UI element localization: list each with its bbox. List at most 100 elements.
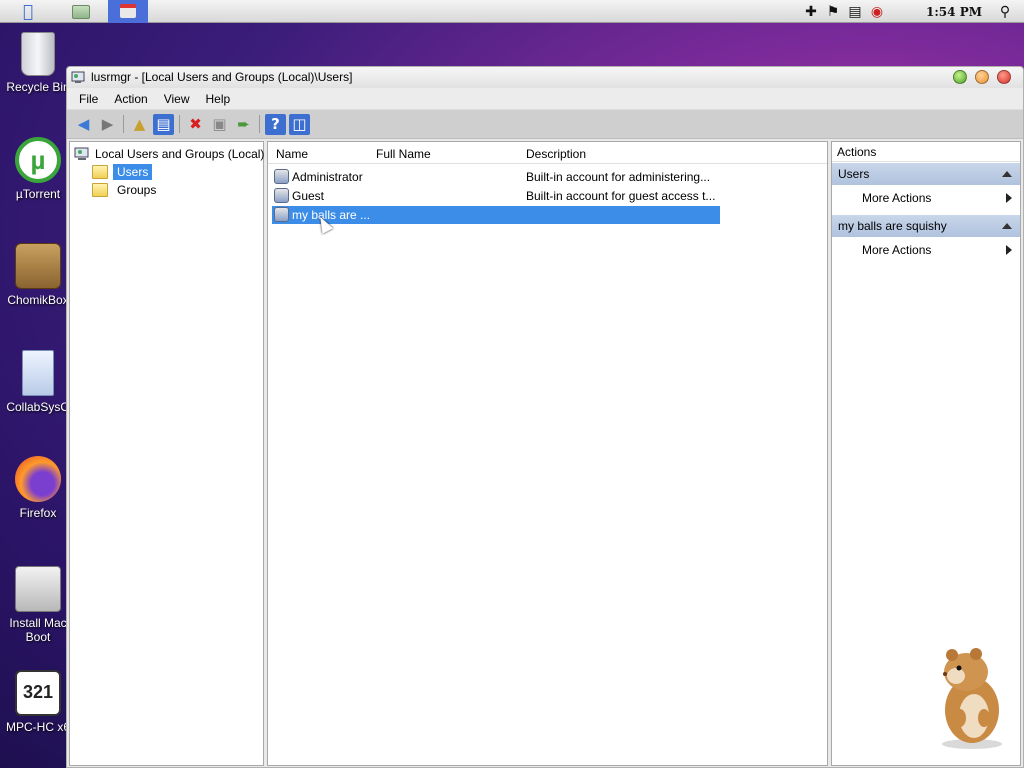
network-icon[interactable]: ▤ xyxy=(844,3,866,21)
apple-menu-icon[interactable]:  xyxy=(18,2,38,22)
menu-bar: File Action View Help xyxy=(67,88,1023,109)
user-icon xyxy=(274,188,289,203)
action-more-actions[interactable]: More Actions xyxy=(832,237,1020,261)
desktop-icon-label-line2: Boot xyxy=(25,630,51,644)
action-group-title: Users xyxy=(838,167,870,181)
system-tray: ✚ ⚑ ▤ ◉ 1:54 PM ⚲ xyxy=(800,0,1024,23)
action-group-users[interactable]: Users xyxy=(832,163,1020,185)
media-player-icon: 321 xyxy=(15,670,61,716)
desktop-icon-utorrent[interactable]: µ µTorrent xyxy=(0,137,76,201)
desktop-icon-label: Recycle Bin xyxy=(6,80,70,94)
maximize-button[interactable] xyxy=(975,70,989,84)
clock[interactable]: 1:54 PM xyxy=(926,5,982,19)
table-row[interactable]: Guest Built-in account for guest access … xyxy=(272,187,720,205)
cell-description: Built-in account for guest access t... xyxy=(526,189,716,203)
window-titlebar[interactable]: lusrmgr - [Local Users and Groups (Local… xyxy=(67,67,1023,88)
action-label: More Actions xyxy=(862,191,932,205)
menu-view[interactable]: View xyxy=(158,92,196,106)
tree-item-groups[interactable]: Groups xyxy=(92,181,160,198)
add-icon[interactable]: ✚ xyxy=(800,3,822,21)
desktop-icon-label: MPC-HC x6 xyxy=(5,720,70,734)
column-header-description[interactable]: Description xyxy=(526,147,586,161)
user-icon xyxy=(274,207,289,222)
cell-name: Guest xyxy=(292,189,325,203)
menu-action[interactable]: Action xyxy=(108,92,153,106)
lusrmgr-window: lusrmgr - [Local Users and Groups (Local… xyxy=(66,66,1024,768)
desktop-icon-label: µTorrent xyxy=(15,187,61,201)
minimize-button[interactable] xyxy=(953,70,967,84)
taskbar-lusrmgr-button[interactable] xyxy=(108,0,148,23)
desktop-icon-collabsys[interactable]: CollabSysO xyxy=(0,350,76,414)
cell-name: Administrator xyxy=(292,170,363,184)
tree-root-label: Local Users and Groups (Local) xyxy=(95,146,265,161)
toolbar-separator xyxy=(179,115,180,133)
desktop-icon-install-mac-boot[interactable]: Install Mac Boot xyxy=(0,566,76,644)
folder-icon xyxy=(92,164,108,179)
help-icon[interactable]: ? xyxy=(265,113,286,135)
flag-icon[interactable]: ⚑ xyxy=(822,3,844,21)
chomikbox-icon xyxy=(15,243,61,289)
action-group-title: my balls are squishy xyxy=(838,219,947,233)
installer-icon xyxy=(15,566,61,612)
console-tree: Local Users and Groups (Local) Users Gro… xyxy=(69,141,264,766)
tree-root[interactable]: Local Users and Groups (Local) xyxy=(74,145,264,162)
tree-item-label: Groups xyxy=(117,182,157,197)
search-icon[interactable]: ⚲ xyxy=(994,3,1016,21)
folder-icon xyxy=(92,182,108,197)
export-list-icon[interactable]: ➨ xyxy=(233,114,254,135)
cell-name: my balls are ... xyxy=(292,208,371,222)
user-icon xyxy=(274,169,289,184)
document-icon xyxy=(22,350,54,396)
action-more-actions[interactable]: More Actions xyxy=(832,185,1020,209)
cell-description: Built-in account for administering... xyxy=(526,170,711,184)
actions-header: Actions xyxy=(832,142,1020,162)
desktop-icon-mpc-hc[interactable]: 321 MPC-HC x6 xyxy=(0,670,76,734)
recycle-bin-icon xyxy=(21,32,55,76)
toolbar-separator xyxy=(123,115,124,133)
top-menubar:  ✚ ⚑ ▤ ◉ 1:54 PM ⚲ xyxy=(0,0,1024,23)
close-button[interactable] xyxy=(997,70,1011,84)
table-row[interactable]: Administrator Built-in account for admin… xyxy=(272,168,720,186)
action-group-selected-user[interactable]: my balls are squishy xyxy=(832,215,1020,237)
up-folder-icon[interactable]: ▲ xyxy=(129,114,150,135)
submenu-arrow-icon xyxy=(1006,245,1012,255)
column-header-name[interactable]: Name xyxy=(276,147,308,161)
window-title: lusrmgr - [Local Users and Groups (Local… xyxy=(91,70,353,84)
desktop-icon-chomikbox[interactable]: ChomikBox xyxy=(0,243,76,307)
hamster-mascot-icon xyxy=(942,648,1002,749)
desktop-icon-label: ChomikBox xyxy=(7,293,69,307)
menu-file[interactable]: File xyxy=(73,92,104,106)
back-icon[interactable]: ◀ xyxy=(73,114,94,135)
forward-icon[interactable]: ▶ xyxy=(97,114,118,135)
list-header: Name Full Name Description xyxy=(268,142,827,164)
desktop-icon-label: CollabSysO xyxy=(6,400,70,414)
desktop-icon-label: Firefox xyxy=(19,506,57,520)
delete-icon[interactable]: ✖ xyxy=(185,114,206,135)
toolbar: ◀ ▶ ▲ ▤ ✖ ▣ ➨ ? ◫ xyxy=(67,109,1023,139)
volume-muted-icon[interactable]: ◉ xyxy=(866,3,888,21)
show-hide-tree-icon[interactable]: ▤ xyxy=(153,113,174,135)
column-header-full-name[interactable]: Full Name xyxy=(376,147,431,161)
submenu-arrow-icon xyxy=(1006,193,1012,203)
desktop-icon-firefox[interactable]: Firefox xyxy=(0,456,76,520)
show-action-pane-icon[interactable]: ◫ xyxy=(289,113,310,135)
table-row[interactable]: my balls are ... xyxy=(272,206,720,224)
properties-icon[interactable]: ▣ xyxy=(209,114,230,135)
toolbar-separator xyxy=(259,115,260,133)
menu-help[interactable]: Help xyxy=(200,92,237,106)
tree-item-label: Users xyxy=(113,163,153,180)
collapse-arrow-icon[interactable] xyxy=(1002,223,1012,229)
tree-item-users[interactable]: Users xyxy=(92,163,153,180)
computer-management-icon xyxy=(74,147,89,160)
firefox-icon xyxy=(15,456,61,502)
users-list: Name Full Name Description Administrator… xyxy=(267,141,828,766)
utorrent-icon: µ xyxy=(15,137,61,183)
computer-management-icon xyxy=(120,4,136,18)
collapse-arrow-icon[interactable] xyxy=(1002,171,1012,177)
computer-management-icon xyxy=(71,71,85,83)
desktop-icon-label: Install Mac xyxy=(9,616,67,630)
action-label: More Actions xyxy=(862,243,932,257)
file-manager-icon[interactable] xyxy=(72,5,90,19)
desktop-icon-recycle-bin[interactable]: Recycle Bin xyxy=(0,32,76,94)
content-area: Local Users and Groups (Local) Users Gro… xyxy=(67,139,1023,768)
